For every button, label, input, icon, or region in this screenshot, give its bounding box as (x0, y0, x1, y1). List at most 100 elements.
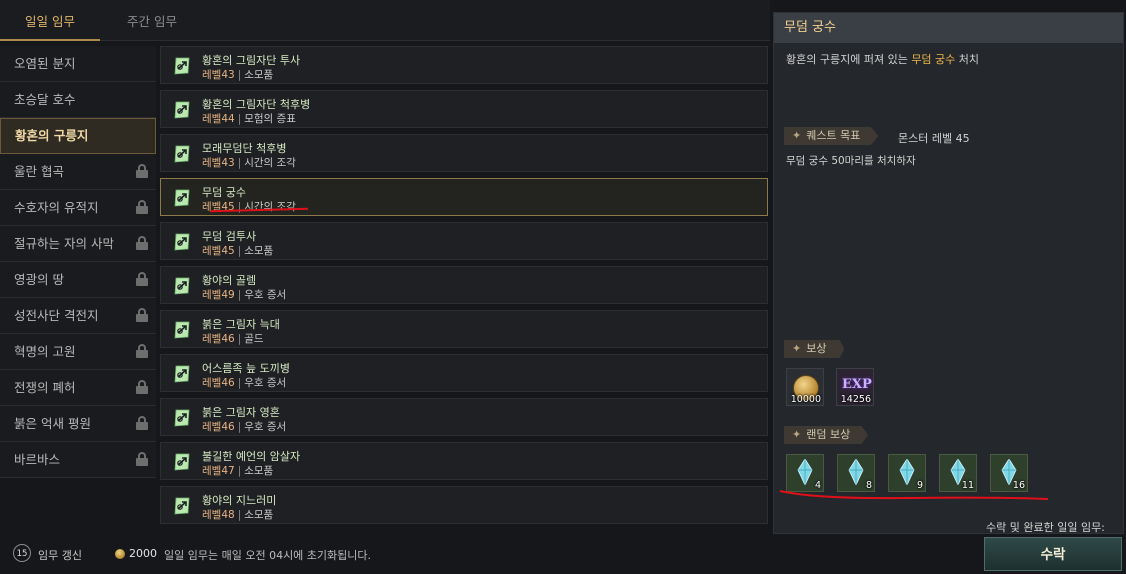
lock-icon (136, 272, 148, 286)
mission-tabs: 일일 임무 주간 임무 (0, 0, 770, 41)
reward-exp[interactable]: EXP 14256 (836, 368, 874, 406)
quest-reward-type: 시간의 조각 (244, 201, 296, 213)
quest-level: 레벨43 (202, 69, 235, 81)
quest-item[interactable]: 붉은 그림자 영혼 레벨46 | 우호 증서 (160, 398, 768, 436)
quest-reward-type: 소모품 (244, 69, 274, 81)
lock-icon (136, 452, 148, 466)
quest-info: 레벨43 | 시간의 조각 (202, 155, 296, 170)
region-item[interactable]: 전쟁의 폐허 (0, 370, 156, 406)
accept-button[interactable]: 수락 (984, 537, 1122, 571)
quest-info: 레벨46 | 우호 증서 (202, 419, 286, 434)
region-item[interactable]: 바르바스 (0, 442, 156, 478)
quest-item[interactable]: 황야의 지느러미 레벨48 | 소모품 (160, 486, 768, 524)
quest-level: 레벨46 (202, 421, 235, 433)
quest-item[interactable]: 불길한 예언의 암살자 레벨47 | 소모품 (160, 442, 768, 480)
region-label: 성전사단 격전지 (14, 308, 99, 323)
region-label: 오염된 분지 (14, 56, 76, 71)
quest-name: 황혼의 그림자단 척후병 (202, 98, 311, 111)
region-item[interactable]: 붉은 억새 평원 (0, 406, 156, 442)
quest-name: 어스름족 늪 도끼병 (202, 362, 290, 375)
region-label: 혁명의 고원 (14, 344, 76, 359)
separator: | (237, 333, 242, 345)
separator: | (237, 157, 242, 169)
crystal-icon (797, 458, 813, 486)
crystal-icon (899, 458, 915, 486)
region-list: 오염된 분지초승달 호수 황혼의 구릉지 울란 협곡 수호자의 유적지 절규하는 자의 … (0, 46, 156, 478)
description-text: 황혼의 구릉지에 퍼져 있는 (786, 53, 912, 66)
quest-info: 레벨44 | 모험의 증표 (202, 111, 296, 126)
quest-info: 레벨48 | 소모품 (202, 507, 273, 522)
separator: | (237, 377, 242, 389)
detail-title: 무덤 궁수 (774, 13, 1123, 43)
separator: | (237, 509, 242, 521)
tab-daily[interactable]: 일일 임무 (0, 0, 100, 41)
region-item[interactable]: 혁명의 고원 (0, 334, 156, 370)
quest-item[interactable]: 황혼의 그림자단 투사 레벨43 | 소모품 (160, 46, 768, 84)
reward-gold[interactable]: 10000 (786, 368, 824, 406)
quest-level: 레벨45 (202, 245, 235, 257)
quest-item[interactable]: 황혼의 그림자단 척후병 레벨44 | 모험의 증표 (160, 90, 768, 128)
description-highlight: 무덤 궁수 (911, 53, 956, 66)
detail-description: 황혼의 구릉지에 퍼져 있는 무덤 궁수 처치 (786, 51, 979, 67)
quest-reward-type: 우호 증서 (244, 421, 287, 433)
quest-scroll-icon (172, 364, 192, 384)
quest-scroll-icon (172, 100, 192, 120)
plus-icon: ✦ (792, 342, 802, 355)
quest-scroll-icon (172, 232, 192, 252)
lock-icon (136, 236, 148, 250)
quest-reward-type: 소모품 (244, 509, 274, 521)
quest-name: 붉은 그림자 늑대 (202, 318, 280, 331)
quest-reward-type: 시간의 조각 (244, 157, 296, 169)
quest-level: 레벨47 (202, 465, 235, 477)
plus-icon: ✦ (792, 428, 802, 441)
crystal-icon (848, 458, 864, 486)
region-item[interactable]: 초승달 호수 (0, 82, 156, 118)
lock-icon (136, 380, 148, 394)
reward-label: ✦ 보상 (784, 340, 845, 358)
quest-scroll-icon (172, 320, 192, 340)
renew-mission-button[interactable]: 임무 갱신 (38, 547, 82, 563)
objective-label: ✦ 퀘스트 목표 (784, 127, 879, 145)
objective-text: 무덤 궁수 50마리를 처치하자 (786, 155, 916, 167)
annotation-underline-rewards (779, 490, 1049, 500)
description-text-end: 처치 (955, 53, 980, 66)
quest-reward-type: 우호 증서 (244, 377, 287, 389)
quest-info: 레벨47 | 소모품 (202, 463, 273, 478)
renew-cost: 2000 (129, 547, 157, 560)
region-item[interactable]: 성전사단 격전지 (0, 298, 156, 334)
quest-name: 모래무덤단 척후병 (202, 142, 287, 155)
objective-label-text: 퀘스트 목표 (806, 129, 861, 142)
region-item[interactable]: 절규하는 자의 사막 (0, 226, 156, 262)
quest-info: 레벨46 | 우호 증서 (202, 375, 286, 390)
reward-count: 10000 (790, 394, 821, 405)
quest-reward-type: 골드 (244, 333, 264, 345)
quest-item[interactable]: 모래무덤단 척후병 레벨43 | 시간의 조각 (160, 134, 768, 172)
region-label: 영광의 땅 (14, 272, 64, 287)
quest-name: 무덤 궁수 (202, 186, 246, 199)
region-item[interactable]: 울란 협곡 (0, 154, 156, 190)
quest-item[interactable]: 어스름족 늪 도끼병 레벨46 | 우호 증서 (160, 354, 768, 392)
reset-note: 일일 임무는 매일 오전 04시에 초기화됩니다. (164, 549, 372, 562)
quest-item[interactable]: 붉은 그림자 늑대 레벨46 | 골드 (160, 310, 768, 348)
region-label: 전쟁의 폐허 (14, 380, 76, 395)
separator: | (237, 69, 242, 81)
region-item[interactable]: 영광의 땅 (0, 262, 156, 298)
quest-detail-panel: 무덤 궁수 황혼의 구릉지에 퍼져 있는 무덤 궁수 처치 ✦ 퀘스트 목표 몬스… (773, 12, 1124, 534)
separator: | (237, 245, 242, 257)
separator: | (237, 289, 242, 301)
quest-name: 무덤 검투사 (202, 230, 257, 243)
reward-count: 14256 (840, 394, 871, 405)
quest-item[interactable]: 무덤 검투사 레벨45 | 소모품 (160, 222, 768, 260)
quest-list: 황혼의 그림자단 투사 레벨43 | 소모품황혼의 그림자단 척후병 레벨44 | 모험의 … (160, 46, 768, 530)
region-item[interactable]: 수호자의 유적지 (0, 190, 156, 226)
region-item[interactable]: 황혼의 구릉지 (0, 118, 156, 154)
quest-item[interactable]: 황야의 골렘 레벨49 | 우호 증서 (160, 266, 768, 304)
lock-icon (136, 416, 148, 430)
reward-label-text: 보상 (806, 342, 827, 355)
lock-icon (136, 344, 148, 358)
renew-count-badge: 15 (13, 544, 31, 562)
quest-scroll-icon (172, 276, 192, 296)
region-item[interactable]: 오염된 분지 (0, 46, 156, 82)
tab-weekly[interactable]: 주간 임무 (100, 0, 204, 40)
quest-level: 레벨44 (202, 113, 235, 125)
